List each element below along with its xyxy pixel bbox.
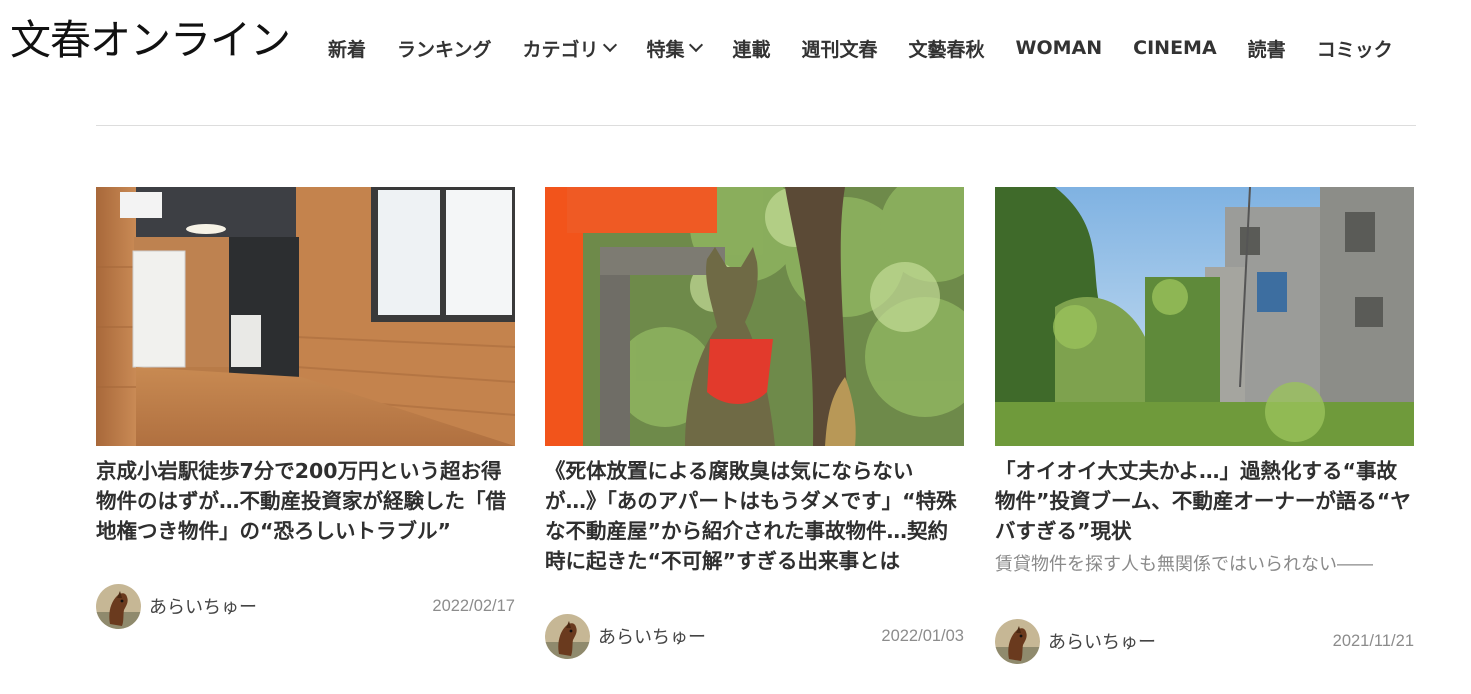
fox-statue-shrine-photo (545, 187, 964, 446)
nav-item-bungei-shunju[interactable]: 文藝春秋 (909, 35, 985, 62)
site-logo[interactable]: 文春オンライン (10, 14, 291, 66)
article-title[interactable]: 「オイオイ大丈夫かよ…」過熱化する“事故物件”投資ブーム、不動産オーナーが語る“… (995, 456, 1414, 546)
nav-item-features[interactable]: 特集 (646, 35, 704, 62)
horse-avatar-icon (545, 613, 590, 659)
article-thumbnail[interactable] (995, 187, 1414, 446)
article-meta: あらいちゅー 2022/01/03 (545, 613, 964, 659)
article-meta: あらいちゅー 2022/02/17 (96, 583, 515, 629)
nav-item-label: 週刊文春 (801, 38, 878, 61)
nav-item-books[interactable]: 読書 (1248, 35, 1286, 62)
article-meta: あらいちゅー 2021/11/21 (995, 618, 1414, 664)
nav-item-category[interactable]: カテゴリ (522, 35, 618, 62)
article-card: 京成小岩駅徒歩7分で200万円という超お得物件のはずが…不動産投資家が経験した「… (96, 187, 515, 629)
horse-avatar-icon (96, 583, 141, 629)
author-avatar[interactable] (995, 618, 1040, 664)
publish-date: 2021/11/21 (1332, 631, 1414, 650)
author-name[interactable]: あらいちゅー (1048, 628, 1156, 654)
chevron-down-icon (689, 37, 704, 53)
overgrown-old-buildings-photo (995, 187, 1414, 446)
nav-item-shukan-bunshun[interactable]: 週刊文春 (802, 35, 878, 62)
nav-item-label: コミック (1316, 38, 1393, 61)
wooden-apartment-room-photo (96, 187, 515, 446)
nav-item-comics[interactable]: コミック (1317, 35, 1393, 62)
nav-item-label: CINEMA (1133, 37, 1217, 59)
publish-date: 2022/01/03 (881, 626, 964, 645)
header-divider (96, 125, 1416, 126)
main-navigation: 新着 ランキング カテゴリ 特集 連載 週刊文春 文藝春秋 WOMAN CINE… (328, 30, 1393, 66)
horse-avatar-icon (995, 618, 1040, 664)
publish-date: 2022/02/17 (432, 596, 515, 615)
nav-item-label: 連載 (732, 38, 771, 61)
article-card: 《死体放置による腐敗臭は気にならないが…》「あのアパートはもうダメです」“特殊な… (545, 187, 964, 659)
article-card: 「オイオイ大丈夫かよ…」過熱化する“事故物件”投資ブーム、不動産オーナーが語る“… (995, 187, 1414, 664)
nav-item-woman[interactable]: WOMAN (1016, 37, 1103, 59)
nav-item-series[interactable]: 連載 (732, 35, 770, 62)
nav-item-label: 文藝春秋 (908, 38, 985, 61)
author-name[interactable]: あらいちゅー (598, 623, 706, 649)
nav-item-label: 新着 (328, 38, 367, 61)
nav-item-label: WOMAN (1015, 37, 1103, 59)
nav-item-label: ランキング (397, 38, 492, 61)
chevron-down-icon (603, 37, 618, 53)
nav-item-label: 読書 (1247, 38, 1286, 61)
author-name[interactable]: あらいちゅー (149, 593, 257, 619)
author-avatar[interactable] (545, 613, 590, 659)
nav-item-new[interactable]: 新着 (328, 35, 366, 62)
nav-item-cinema[interactable]: CINEMA (1133, 37, 1217, 59)
nav-item-label: カテゴリ (522, 38, 599, 61)
nav-item-ranking[interactable]: ランキング (397, 35, 491, 62)
nav-item-label: 特集 (646, 38, 685, 61)
article-description: 賃貸物件を探す人も無関係ではいられない―― (995, 554, 1373, 575)
article-thumbnail[interactable] (545, 187, 964, 446)
author-avatar[interactable] (96, 583, 141, 629)
article-title[interactable]: 《死体放置による腐敗臭は気にならないが…》「あのアパートはもうダメです」“特殊な… (545, 456, 964, 576)
article-thumbnail[interactable] (96, 187, 515, 446)
article-title[interactable]: 京成小岩駅徒歩7分で200万円という超お得物件のはずが…不動産投資家が経験した「… (96, 456, 515, 546)
